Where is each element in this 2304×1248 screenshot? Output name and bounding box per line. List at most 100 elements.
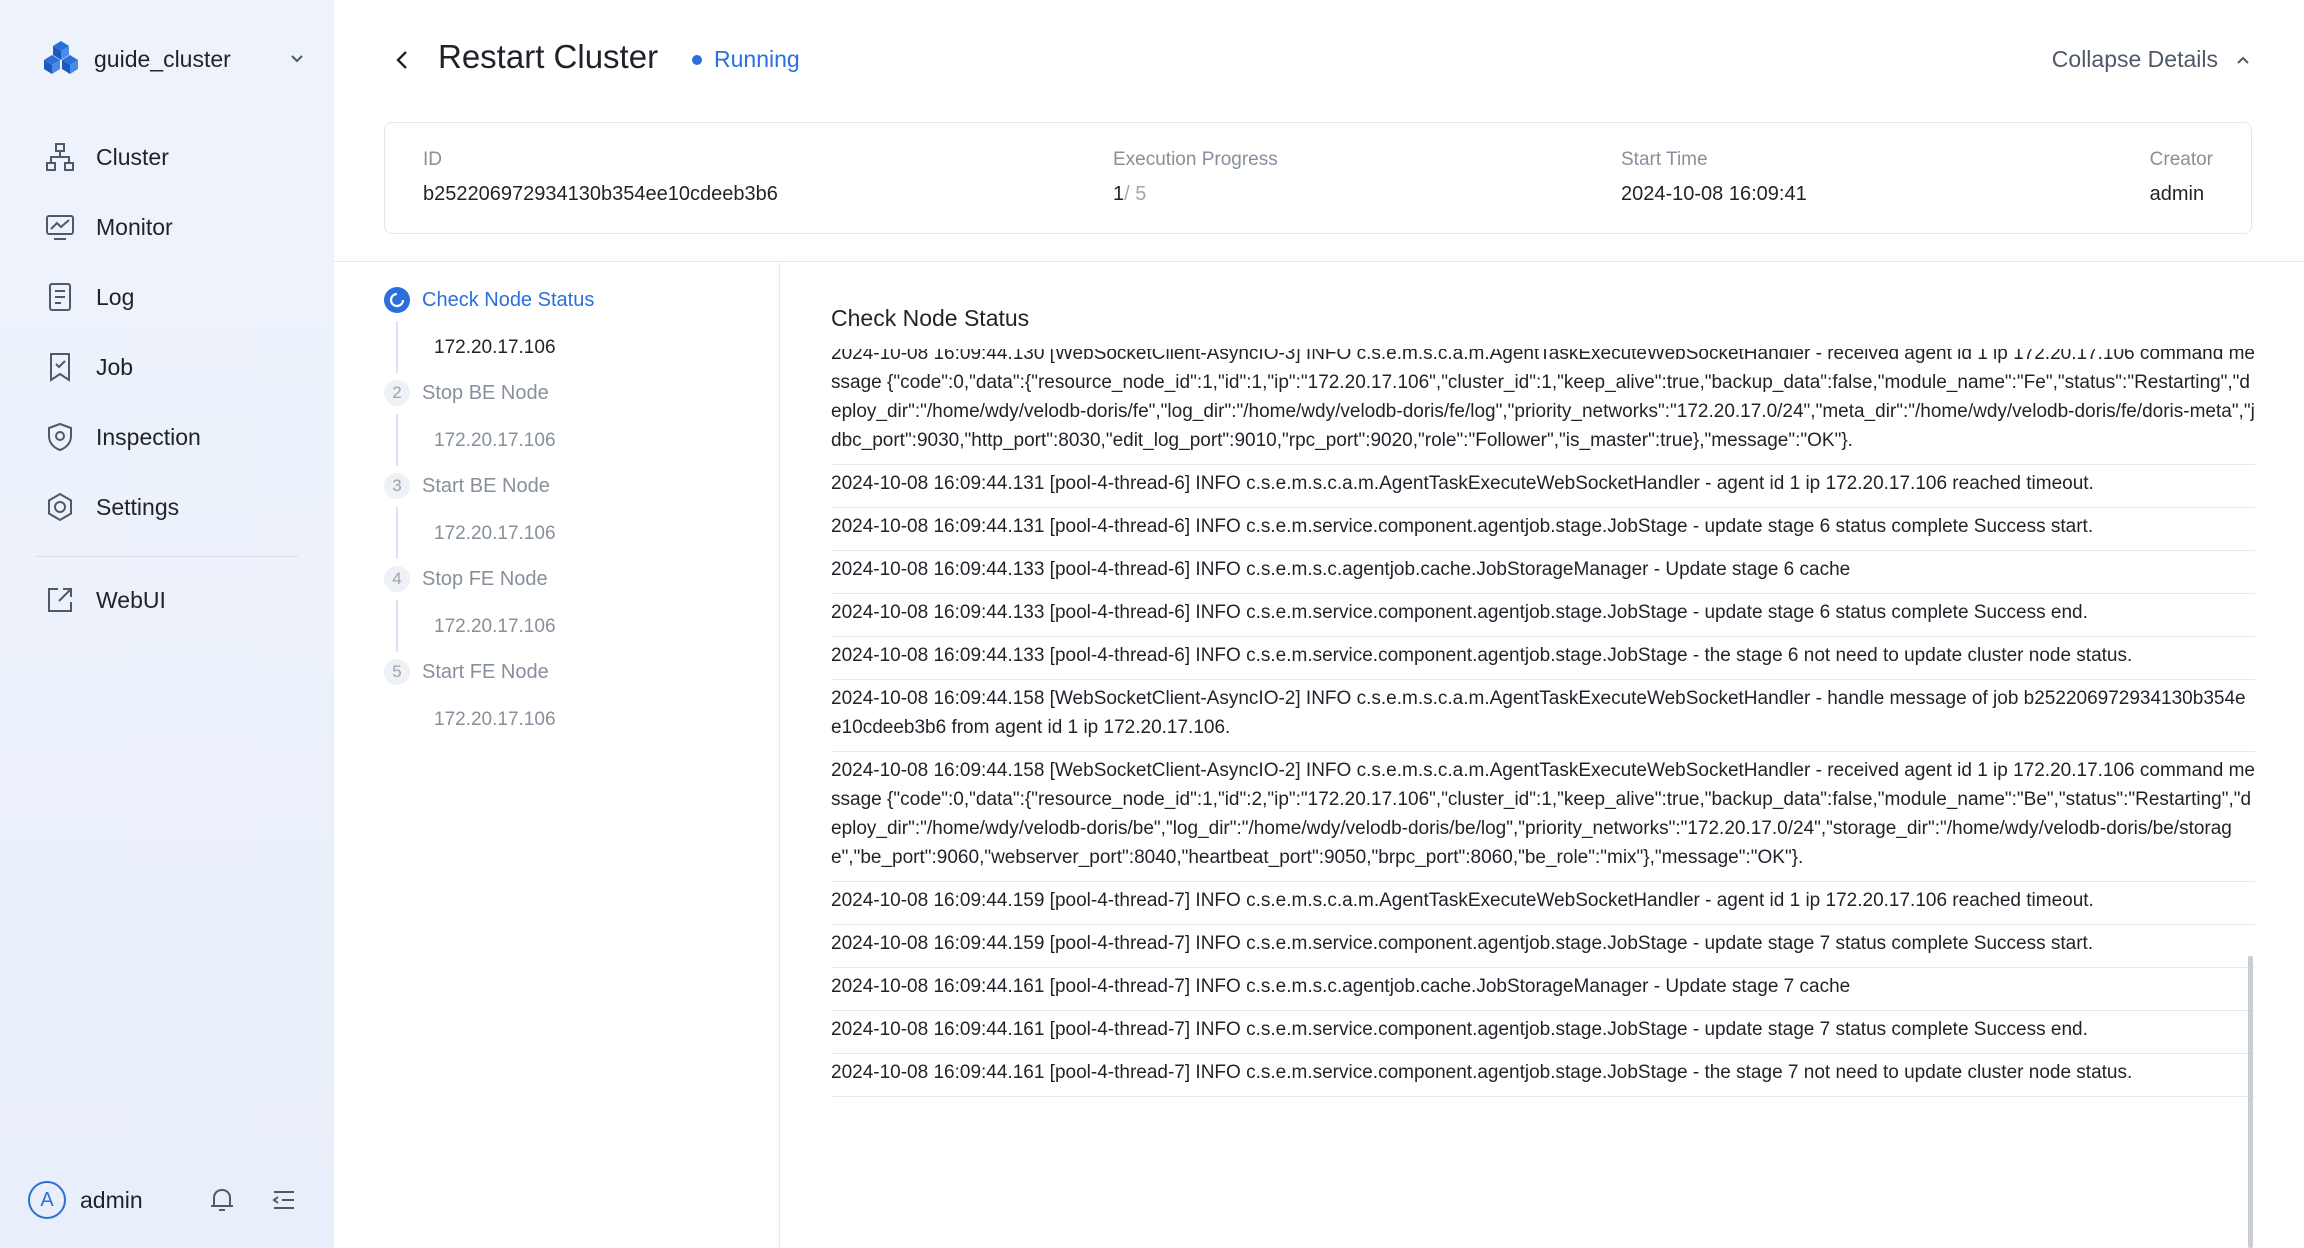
step-node-ip: 172.20.17.106 [434, 337, 556, 358]
bell-icon[interactable] [206, 1184, 238, 1216]
chevron-down-icon [291, 55, 303, 63]
log-scrollbar[interactable] [2248, 956, 2253, 1248]
sidebar-item-label: Job [96, 353, 134, 380]
sidebar-nav: Cluster Monitor Log Job Inspection Setti… [36, 122, 300, 542]
sidebar-item-label: Log [96, 283, 135, 310]
sidebar-item-log[interactable]: Log [36, 262, 300, 332]
cluster-selector[interactable]: guide_cluster [40, 36, 310, 82]
sidebar-item-label: WebUI [96, 586, 166, 613]
step-item[interactable]: Check Node Status 172.20.17.106 [384, 287, 595, 373]
user-name[interactable]: admin [80, 1187, 143, 1214]
log-entry: 2024-10-08 16:09:44.133 [pool-4-thread-6… [831, 637, 2255, 680]
step-item[interactable]: 5 Start FE Node 172.20.17.106 [384, 659, 556, 730]
sidebar-item-settings[interactable]: Settings [36, 472, 300, 542]
sidebar-item-label: Inspection [96, 423, 201, 450]
detail-label: Creator [2149, 149, 2213, 170]
log-icon [49, 283, 71, 311]
log-entry: 2024-10-08 16:09:44.133 [pool-4-thread-6… [831, 594, 2255, 637]
step-name: Stop FE Node [422, 567, 548, 590]
log-list[interactable]: 2024-10-08 16:09:44.130 [WebSocketClient… [831, 349, 2255, 1248]
sidebar-item-job[interactable]: Job [36, 332, 300, 402]
detail-progress: Execution Progress 1/ 5 [1113, 149, 1278, 206]
cluster-icon [46, 143, 74, 171]
step-node-ip: 172.20.17.106 [434, 616, 556, 637]
log-entry: 2024-10-08 16:09:44.158 [WebSocketClient… [831, 752, 2255, 882]
log-entry: 2024-10-08 16:09:44.158 [WebSocketClient… [831, 680, 2255, 752]
log-entry: 2024-10-08 16:09:44.161 [pool-4-thread-7… [831, 1054, 2255, 1097]
step-connector [396, 600, 398, 652]
step-name: Start FE Node [422, 660, 549, 683]
step-number: 5 [384, 659, 410, 685]
step-number: 4 [384, 566, 410, 592]
step-item[interactable]: 2 Stop BE Node 172.20.17.106 [384, 380, 556, 466]
sidebar-item-inspection[interactable]: Inspection [36, 402, 300, 472]
user-bar: A admin [28, 1178, 308, 1222]
sidebar-item-label: Monitor [96, 213, 173, 240]
step-name: Stop BE Node [422, 381, 549, 404]
progress-separator: / [1124, 183, 1130, 205]
log-entry: 2024-10-08 16:09:44.159 [pool-4-thread-7… [831, 882, 2255, 925]
sidebar: guide_cluster Cluster Monitor Log Job In… [0, 0, 334, 1248]
progress-value: 1/ 5 [1113, 183, 1278, 206]
chevron-up-icon [2237, 56, 2249, 64]
sidebar-item-label: Settings [96, 493, 180, 520]
log-entry: 2024-10-08 16:09:44.161 [pool-4-thread-7… [831, 968, 2255, 1011]
status-badge: Running [692, 46, 800, 73]
cluster-name: guide_cluster [94, 45, 231, 72]
log-entry: 2024-10-08 16:09:44.130 [WebSocketClient… [831, 349, 2255, 465]
step-name: Start BE Node [422, 474, 550, 497]
step-item[interactable]: 4 Stop FE Node 172.20.17.106 [384, 566, 556, 652]
log-title: Check Node Status [831, 305, 1030, 331]
cluster-logo-icon [44, 41, 78, 74]
step-node-ip: 172.20.17.106 [434, 523, 556, 544]
detail-label: ID [423, 149, 442, 170]
detail-label: Execution Progress [1113, 149, 1278, 170]
progress-current: 1 [1113, 183, 1125, 205]
step-connector [396, 507, 398, 559]
settings-icon [48, 492, 72, 522]
sidebar-item-cluster[interactable]: Cluster [36, 122, 300, 192]
detail-start-time: Start Time 2024-10-08 16:09:41 [1621, 149, 1807, 206]
step-list: Check Node Status 172.20.17.106 2 Stop B… [334, 263, 780, 1248]
log-entry: 2024-10-08 16:09:44.133 [pool-4-thread-6… [831, 551, 2255, 594]
creator-value: admin [2149, 183, 2205, 205]
step-number: 3 [384, 473, 410, 499]
step-name: Check Node Status [422, 288, 595, 311]
detail-creator: Creator admin [2150, 149, 2213, 206]
sidebar-item-webui[interactable]: WebUI [36, 565, 300, 635]
nav-divider [36, 556, 298, 557]
monitor-icon [46, 215, 74, 240]
collapse-details-button[interactable]: Collapse Details [2052, 46, 2254, 73]
detail-label: Start Time [1621, 149, 1708, 170]
log-entry: 2024-10-08 16:09:44.131 [pool-4-thread-6… [831, 508, 2255, 551]
log-entry: 2024-10-08 16:09:44.161 [pool-4-thread-7… [831, 1011, 2255, 1054]
detail-id: ID b252206972934130b354ee10cdeeb3b6 [423, 149, 778, 206]
log-entry: 2024-10-08 16:09:44.131 [pool-4-thread-6… [831, 465, 2255, 508]
job-icon [50, 353, 70, 382]
menu-fold-icon[interactable] [268, 1184, 300, 1216]
step-node-ip: 172.20.17.106 [434, 430, 556, 451]
progress-total: 5 [1135, 183, 1147, 205]
log-panel: Check Node Status 2024-10-08 16:09:44.13… [781, 263, 2304, 1248]
back-arrow-icon[interactable] [386, 44, 418, 76]
start-time-value: 2024-10-08 16:09:41 [1621, 183, 1807, 205]
collapse-details-label: Collapse Details [2051, 46, 2218, 72]
step-connector [396, 321, 398, 373]
status-dot [692, 54, 702, 65]
step-connector [396, 414, 398, 466]
page-header: Restart Cluster Running Collapse Details… [334, 0, 2304, 262]
avatar[interactable]: A [28, 1181, 66, 1219]
step-loading-icon [384, 287, 410, 313]
external-link-icon [48, 588, 72, 612]
details-card: ID b252206972934130b354ee10cdeeb3b6 Exec… [384, 122, 2252, 234]
log-entry: 2024-10-08 16:09:44.159 [pool-4-thread-7… [831, 925, 2255, 968]
step-number: 2 [384, 380, 410, 406]
page-title: Restart Cluster [438, 38, 659, 75]
step-item[interactable]: 3 Start BE Node 172.20.17.106 [384, 473, 556, 559]
sidebar-webui: WebUI [36, 565, 300, 635]
status-label: Running [714, 46, 800, 72]
sidebar-item-monitor[interactable]: Monitor [36, 192, 300, 262]
job-id-value: b252206972934130b354ee10cdeeb3b6 [423, 183, 778, 205]
step-node-ip: 172.20.17.106 [434, 709, 556, 730]
sidebar-item-label: Cluster [96, 143, 169, 170]
